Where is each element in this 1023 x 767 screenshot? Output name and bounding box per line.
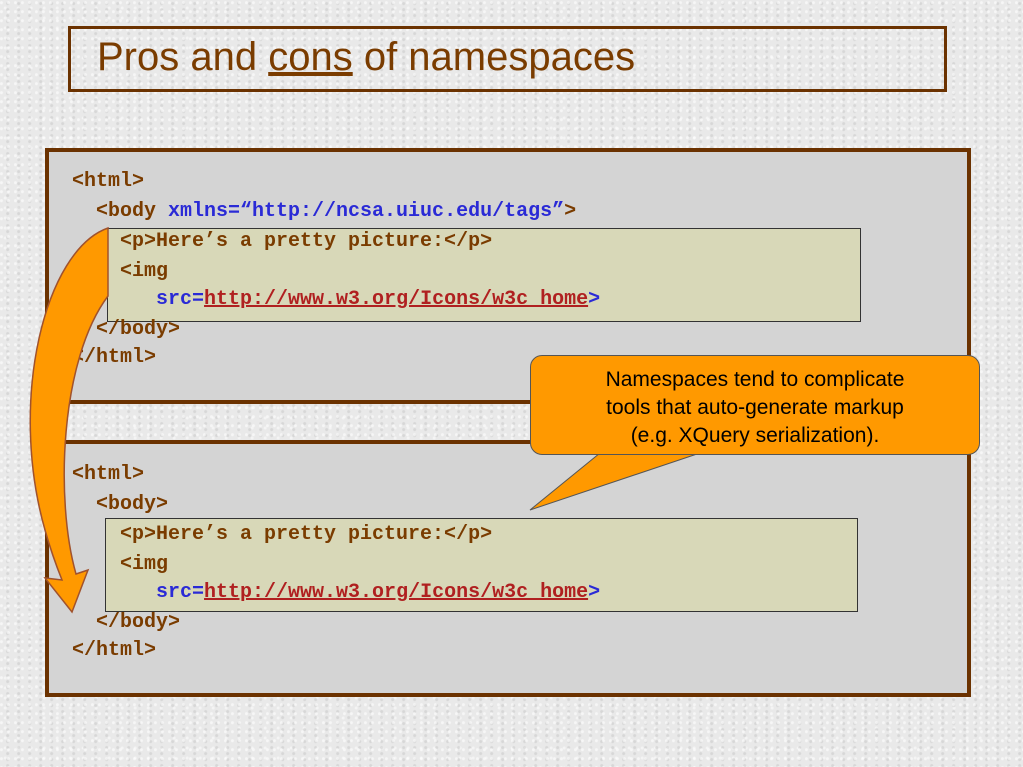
curved-arrow-icon [29,226,109,614]
callout-line: Namespaces tend to complicate [605,368,905,391]
callout-note: Namespaces tend to complicate tools that… [530,355,980,455]
callout-line: (e.g. XQuery serialization). [630,424,880,447]
callout-pointer [529,452,701,511]
callout-line: tools that auto-generate markup [606,396,904,419]
